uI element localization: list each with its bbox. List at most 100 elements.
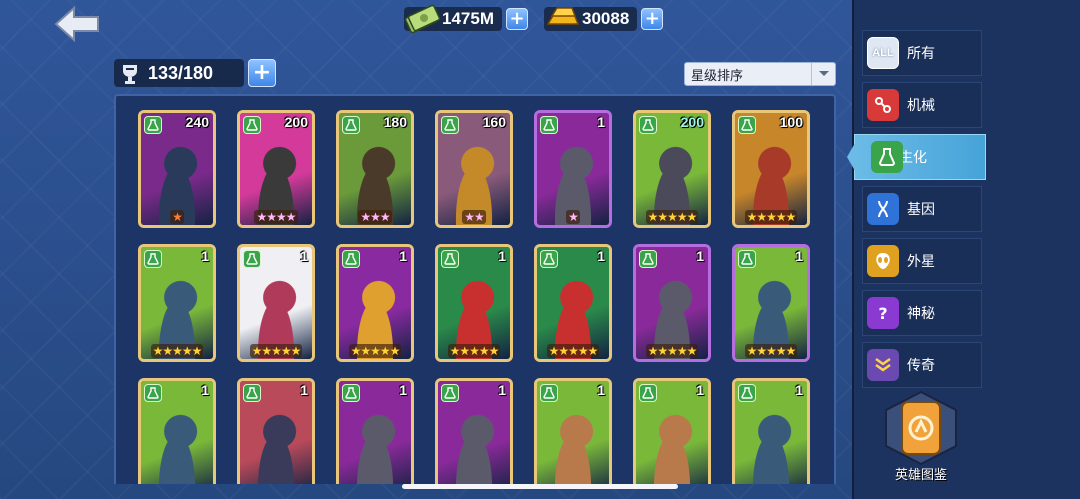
all-icon: ALL: [867, 37, 899, 69]
hero-grid: 240 ★ 200 ★★★★ 180 ★★★ 160 ★★ 1 ★ 200 ★★★★★ 100 ★★★★★…: [114, 94, 836, 484]
hero-card[interactable]: 200 ★★★★★: [633, 110, 711, 228]
hero-card[interactable]: 1 ★★★★★: [633, 244, 711, 362]
star-icon: ★: [785, 344, 797, 358]
hero-level: 1: [399, 382, 407, 398]
hero-card[interactable]: 1 ★★★★★: [336, 244, 414, 362]
sort-dropdown[interactable]: 星级排序: [684, 62, 836, 86]
star-rating: ★: [141, 210, 213, 224]
hero-card[interactable]: 1 ★★★★★: [138, 244, 216, 362]
star-icon: ★: [647, 344, 659, 358]
star-icon: ★: [172, 210, 183, 224]
category-label: 外星: [907, 254, 935, 270]
flask-icon: [342, 384, 360, 402]
hero-card[interactable]: 1: [336, 378, 414, 484]
flask-icon: [144, 250, 162, 268]
star-icon: ★: [657, 344, 668, 358]
hero-card[interactable]: 1: [534, 378, 612, 484]
flask-icon: [639, 116, 657, 134]
hero-card[interactable]: 160 ★★: [435, 110, 513, 228]
star-icon: ★: [271, 344, 282, 358]
add-cash-button[interactable]: +: [505, 8, 528, 30]
star-rating: ★★: [438, 210, 510, 224]
star-icon: ★: [181, 344, 193, 358]
category-tab-flask[interactable]: 生化: [847, 134, 986, 180]
hero-level: 1: [795, 382, 803, 398]
hero-level: 1: [795, 248, 803, 264]
star-icon: ★: [478, 344, 490, 358]
svg-text:?: ?: [878, 304, 887, 323]
flask-icon: [540, 250, 558, 268]
hero-card[interactable]: 1: [435, 378, 513, 484]
star-icon: ★: [276, 210, 287, 224]
flask-icon: [243, 384, 261, 402]
hero-level: 240: [185, 114, 209, 130]
cash-display: 1475M +: [404, 4, 528, 34]
hero-card[interactable]: 100 ★★★★★: [732, 110, 810, 228]
star-icon: ★: [191, 344, 203, 358]
hero-card[interactable]: 1 ★★★★★: [732, 244, 810, 362]
star-rating: ★★★★★: [240, 344, 312, 358]
flask-icon: [441, 250, 459, 268]
alien-icon: [867, 245, 899, 277]
category-label: 生化: [899, 150, 927, 166]
trophy-icon: [123, 65, 137, 84]
hero-card[interactable]: 1 ★★★★★: [237, 244, 315, 362]
star-icon: ★: [766, 344, 777, 358]
star-icon: ★: [657, 210, 668, 224]
hero-card[interactable]: 1 ★: [534, 110, 612, 228]
star-rating: ★★★★★: [141, 344, 213, 358]
hero-level: 1: [300, 382, 308, 398]
star-icon: ★: [162, 344, 173, 358]
cash-amount: 1475M: [442, 9, 494, 28]
hero-level: 180: [383, 114, 407, 130]
star-icon: ★: [370, 344, 381, 358]
hero-level: 1: [498, 382, 506, 398]
flask-icon: [441, 384, 459, 402]
star-icon: ★: [676, 344, 688, 358]
flask-icon: [540, 116, 558, 134]
flask-icon: [144, 384, 162, 402]
star-icon: ★: [172, 344, 183, 358]
star-icon: ★: [449, 344, 461, 358]
back-arrow-icon[interactable]: [52, 5, 102, 43]
hero-card[interactable]: 1: [633, 378, 711, 484]
hero-level: 1: [300, 248, 308, 264]
hero-capacity: 133/180 +: [114, 58, 276, 88]
category-tab-dna[interactable]: 基因: [862, 186, 982, 232]
category-label: 神秘: [907, 306, 935, 322]
sort-selected-label: 星级排序: [691, 68, 744, 84]
mechanical-icon: [867, 89, 899, 121]
star-icon: ★: [379, 210, 391, 224]
hero-level: 1: [597, 114, 605, 130]
flask-icon: [243, 116, 261, 134]
hero-codex-button[interactable]: 英雄图鉴: [876, 390, 966, 486]
star-rating: ★★★★★: [537, 344, 609, 358]
star-icon: ★: [775, 344, 787, 358]
expand-capacity-button[interactable]: +: [248, 59, 276, 87]
hero-card[interactable]: 1: [237, 378, 315, 484]
hero-card[interactable]: 240 ★: [138, 110, 216, 228]
home-indicator[interactable]: [402, 484, 678, 489]
hero-card[interactable]: 1 ★★★★★: [435, 244, 513, 362]
hero-level: 1: [498, 248, 506, 264]
hero-level: 200: [680, 114, 704, 130]
cash-icon: [404, 4, 440, 34]
category-tab-mystery[interactable]: ? 神秘: [862, 290, 982, 336]
hero-card[interactable]: 1: [138, 378, 216, 484]
star-icon: ★: [350, 344, 362, 358]
hero-level: 1: [696, 382, 704, 398]
category-tab-all[interactable]: ALL 所有: [862, 30, 982, 76]
star-icon: ★: [280, 344, 292, 358]
hero-card[interactable]: 1: [732, 378, 810, 484]
hero-card[interactable]: 200 ★★★★: [237, 110, 315, 228]
hero-card[interactable]: 180 ★★★: [336, 110, 414, 228]
star-icon: ★: [469, 344, 480, 358]
category-tab-alien[interactable]: 外星: [862, 238, 982, 284]
category-tab-legend[interactable]: 传奇: [862, 342, 982, 388]
hero-card[interactable]: 1 ★★★★★: [534, 244, 612, 362]
category-tab-mechanical[interactable]: 机械: [862, 82, 982, 128]
star-icon: ★: [488, 344, 500, 358]
add-gold-button[interactable]: +: [641, 8, 664, 30]
star-icon: ★: [746, 344, 758, 358]
star-icon: ★: [152, 344, 164, 358]
